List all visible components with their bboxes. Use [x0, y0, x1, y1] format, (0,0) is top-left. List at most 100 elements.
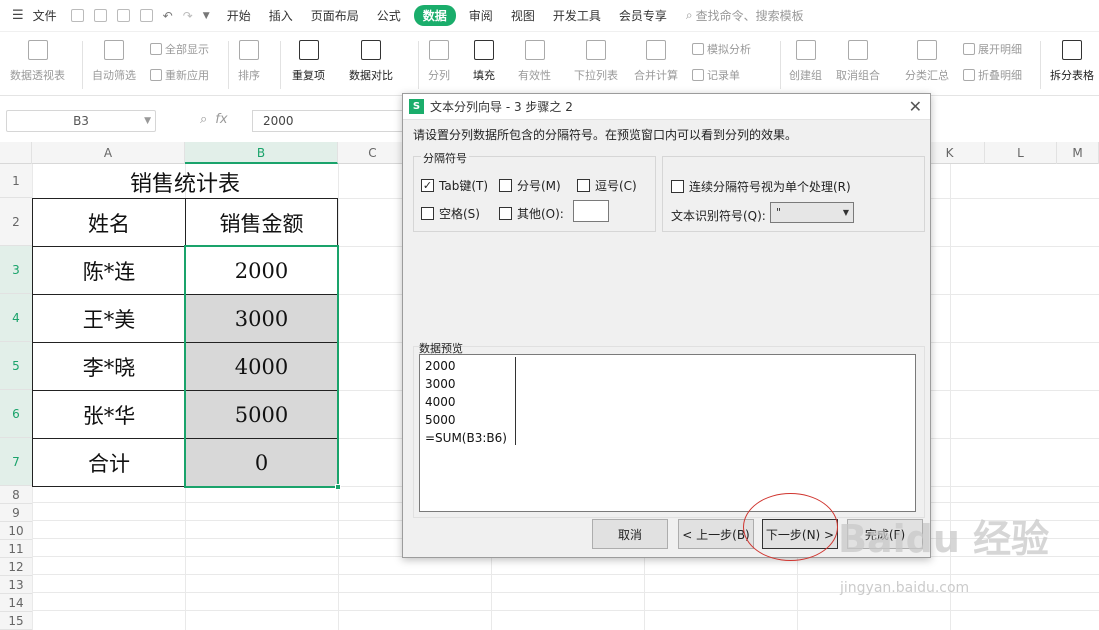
app-icon: S	[409, 99, 424, 114]
ungroup-button[interactable]: 取消组合	[836, 37, 880, 83]
select-all-corner[interactable]	[0, 142, 32, 164]
sort-button[interactable]: 排序	[238, 37, 260, 83]
menu-icon[interactable]: ☰	[12, 8, 24, 23]
row-header-1[interactable]: 1	[0, 164, 32, 198]
create-group-button[interactable]: 创建组	[789, 37, 822, 83]
pivot-table-button[interactable]: 数据透视表	[10, 37, 65, 83]
column-header-m[interactable]: M	[1057, 142, 1099, 164]
checkbox-box[interactable]	[499, 207, 512, 220]
name-cell[interactable]: 陈*连	[32, 246, 186, 295]
duplicates-button[interactable]: 重复项	[292, 37, 325, 83]
finish-button[interactable]: 完成(F)	[847, 519, 923, 549]
fill-button[interactable]: 填充	[473, 37, 495, 83]
dropdown-list-button[interactable]: 下拉列表	[574, 37, 618, 83]
other-delimiter-input[interactable]	[573, 200, 609, 222]
tab-review[interactable]: 审阅	[460, 5, 502, 26]
other-checkbox[interactable]: 其他(O):	[499, 205, 564, 222]
row-header-11[interactable]: 11	[0, 540, 32, 558]
tab-start[interactable]: 开始	[218, 5, 260, 26]
fill-handle[interactable]	[335, 484, 341, 490]
more-icon[interactable]: ▼	[203, 11, 210, 21]
file-menu[interactable]: 文件	[24, 5, 66, 26]
compare-icon	[361, 40, 381, 60]
consolidate-button[interactable]: 合并计算	[634, 37, 678, 83]
command-search[interactable]: 查找命令、搜索模板	[696, 7, 804, 24]
data-compare-button[interactable]: 数据对比	[349, 37, 393, 83]
save-icon[interactable]	[70, 9, 84, 22]
row-header-10[interactable]: 10	[0, 522, 32, 540]
header-amount-cell[interactable]: 销售金额	[185, 198, 338, 247]
column-header-c[interactable]: C	[338, 142, 408, 164]
zoom-icon[interactable]: ⌕	[200, 112, 207, 127]
validity-button[interactable]: 有效性	[518, 37, 551, 83]
record-button[interactable]: 记录单	[692, 67, 740, 83]
row-header-13[interactable]: 13	[0, 576, 32, 594]
split-button[interactable]: 分列	[428, 37, 450, 83]
preview-line: 4000	[425, 395, 456, 409]
space-checkbox[interactable]: 空格(S)	[421, 205, 480, 222]
row-header-15[interactable]: 15	[0, 612, 32, 630]
subtotal-button[interactable]: 分类汇总	[905, 37, 949, 83]
tab-checkbox[interactable]: ✓ Tab键(T)	[421, 177, 488, 194]
redo-icon[interactable]: ↷	[183, 9, 193, 23]
row-header-7[interactable]: 7	[0, 438, 32, 486]
chevron-down-icon[interactable]: ▼	[843, 203, 849, 222]
export-icon[interactable]	[93, 9, 107, 22]
row-header-6[interactable]: 6	[0, 390, 32, 438]
checkbox-tab-mark[interactable]: ✓	[421, 179, 434, 192]
row-header-8[interactable]: 8	[0, 486, 32, 504]
print-icon[interactable]	[116, 9, 130, 22]
expand-detail-button[interactable]: 展开明细	[963, 41, 1022, 57]
row-header-3[interactable]: 3	[0, 246, 32, 294]
tab-view[interactable]: 视图	[502, 5, 544, 26]
show-all-button[interactable]: 全部显示	[150, 41, 209, 57]
semicolon-checkbox[interactable]: 分号(M)	[499, 177, 561, 194]
name-cell[interactable]: 王*美	[32, 294, 186, 343]
qualifier-select[interactable]: " ▼	[770, 202, 854, 223]
name-box[interactable]: B3 ▼	[6, 110, 156, 132]
name-cell[interactable]: 李*晓	[32, 342, 186, 391]
row-header-9[interactable]: 9	[0, 504, 32, 522]
undo-icon[interactable]: ↶	[163, 9, 173, 23]
checkbox-box[interactable]	[499, 179, 512, 192]
reapply-button[interactable]: 重新应用	[150, 67, 209, 83]
column-header-b[interactable]: B	[185, 142, 338, 164]
tab-developer[interactable]: 开发工具	[544, 5, 610, 26]
column-header-a[interactable]: A	[32, 142, 185, 164]
formula-input[interactable]: 2000	[252, 110, 412, 132]
row-header-12[interactable]: 12	[0, 558, 32, 576]
tab-insert[interactable]: 插入	[260, 5, 302, 26]
autofilter-button[interactable]: 自动筛选	[92, 37, 136, 83]
row-header-2[interactable]: 2	[0, 198, 32, 246]
tab-page-layout[interactable]: 页面布局	[302, 5, 368, 26]
selection-outline	[184, 245, 339, 488]
tab-data[interactable]: 数据	[413, 5, 456, 26]
preview-icon[interactable]	[139, 9, 153, 22]
checkbox-box[interactable]	[577, 179, 590, 192]
sheet-title[interactable]: 销售统计表	[32, 164, 338, 199]
comma-checkbox[interactable]: 逗号(C)	[577, 177, 637, 194]
checkbox-box[interactable]	[421, 207, 434, 220]
tab-formula[interactable]: 公式	[368, 5, 410, 26]
collapse-detail-button[interactable]: 折叠明细	[963, 67, 1022, 83]
data-preview[interactable]: 2000 3000 4000 5000 =SUM(B3:B6)	[419, 354, 916, 512]
fx-icon[interactable]: ⌕ fx	[200, 112, 228, 127]
row-header-14[interactable]: 14	[0, 594, 32, 612]
tab-member[interactable]: 会员专享	[610, 5, 676, 26]
header-name-cell[interactable]: 姓名	[32, 198, 186, 247]
column-break-line[interactable]	[515, 357, 516, 445]
split-table-button[interactable]: 拆分表格	[1050, 37, 1094, 83]
whatif-button[interactable]: 模拟分析	[692, 41, 751, 57]
column-header-l[interactable]: L	[985, 142, 1057, 164]
chevron-down-icon[interactable]: ▼	[144, 111, 151, 131]
consecutive-checkbox[interactable]: 连续分隔符号视为单个处理(R)	[671, 178, 851, 195]
cancel-button[interactable]: 取消	[592, 519, 668, 549]
row-header-5[interactable]: 5	[0, 342, 32, 390]
delimiter-group-label: 分隔符号	[421, 150, 469, 166]
checkbox-box[interactable]	[671, 180, 684, 193]
name-cell[interactable]: 张*华	[32, 390, 186, 439]
total-label-cell[interactable]: 合计	[32, 438, 186, 487]
close-icon[interactable]: ✕	[909, 97, 922, 116]
reapply-icon	[150, 69, 162, 81]
row-header-4[interactable]: 4	[0, 294, 32, 342]
